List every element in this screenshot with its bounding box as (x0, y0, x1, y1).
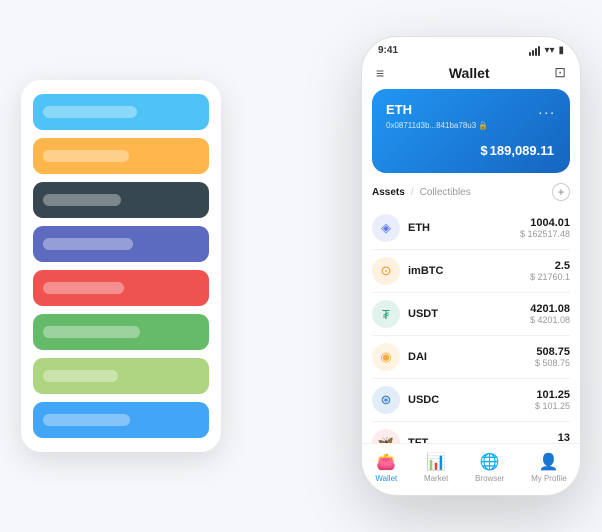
token-icon: ⊙ (372, 257, 400, 285)
token-name: USDC (408, 394, 535, 406)
card-item[interactable] (33, 270, 209, 306)
scene: 9:41 ▾▾ ▮ ≡ Wallet ⊡ ETH (21, 21, 581, 511)
nav-wallet-icon: 👛 (376, 452, 396, 472)
eth-card-balance: $189,089.11 (386, 138, 556, 161)
assets-tabs: Assets / Collectibles (372, 187, 471, 198)
menu-icon[interactable]: ≡ (376, 65, 384, 81)
token-item[interactable]: ◉ DAI508.75$ 508.75 (372, 336, 570, 379)
tab-collectibles[interactable]: Collectibles (420, 187, 471, 198)
page-title: Wallet (384, 65, 554, 81)
token-icon: ₮ (372, 300, 400, 328)
token-amount-main: 4201.08 (530, 303, 570, 315)
card-list (21, 80, 221, 452)
card-item[interactable] (33, 138, 209, 174)
token-amounts: 508.75$ 508.75 (535, 346, 570, 368)
nav-my-profile-label: My Profile (531, 474, 567, 483)
token-item[interactable]: ₮ USDT4201.08$ 4201.08 (372, 293, 570, 336)
token-amount-usd: $ 4201.08 (530, 315, 570, 325)
eth-card-menu[interactable]: ... (538, 101, 556, 117)
battery-icon: ▮ (558, 45, 564, 56)
nav-item-wallet[interactable]: 👛 Wallet (375, 452, 397, 483)
nav-market-label: Market (424, 474, 448, 483)
nav-browser-label: Browser (475, 474, 504, 483)
nav-market-icon: 📊 (426, 452, 446, 472)
eth-card-name: ETH (386, 102, 412, 117)
token-name: DAI (408, 351, 535, 363)
status-bar: 9:41 ▾▾ ▮ (362, 37, 580, 60)
phone-header: ≡ Wallet ⊡ (362, 60, 580, 89)
scan-icon[interactable]: ⊡ (554, 64, 566, 81)
eth-card-address: 0x08711d3b...841ba78u3 🔒 (386, 121, 556, 130)
token-item[interactable]: 🦋TFT130 (372, 422, 570, 443)
nav-item-browser[interactable]: 🌐 Browser (475, 452, 504, 483)
token-amount-main: 2.5 (530, 260, 570, 272)
token-amount-usd: $ 508.75 (535, 358, 570, 368)
signal-icon (529, 46, 540, 56)
balance-amount: 189,089.11 (490, 143, 554, 158)
add-asset-button[interactable]: + (552, 183, 570, 201)
token-amounts: 1004.01$ 162517.48 (520, 217, 570, 239)
token-amount-usd: $ 162517.48 (520, 229, 570, 239)
eth-card-top: ETH ... (386, 101, 556, 117)
token-amount-main: 1004.01 (520, 217, 570, 229)
card-item[interactable] (33, 94, 209, 130)
token-amounts: 4201.08$ 4201.08 (530, 303, 570, 325)
phone-body: ETH ... 0x08711d3b...841ba78u3 🔒 $189,08… (362, 89, 580, 443)
token-amount-main: 13 (558, 432, 570, 443)
token-item[interactable]: ⊛ USDC101.25$ 101.25 (372, 379, 570, 422)
token-amount-main: 101.25 (535, 389, 570, 401)
card-item[interactable] (33, 314, 209, 350)
phone-frame: 9:41 ▾▾ ▮ ≡ Wallet ⊡ ETH (361, 36, 581, 496)
nav-browser-icon: 🌐 (480, 452, 500, 472)
status-icons: ▾▾ ▮ (529, 45, 564, 56)
wifi-icon: ▾▾ (544, 45, 554, 56)
token-name: USDT (408, 308, 530, 320)
tab-divider: / (411, 187, 414, 198)
card-item[interactable] (33, 226, 209, 262)
token-icon: ◈ (372, 214, 400, 242)
token-amount-usd: $ 101.25 (535, 401, 570, 411)
card-item[interactable] (33, 402, 209, 438)
token-item[interactable]: ◈ ETH1004.01$ 162517.48 (372, 207, 570, 250)
nav-my-profile-icon: 👤 (539, 452, 559, 472)
token-amount-usd: $ 21760.1 (530, 272, 570, 282)
token-amounts: 2.5$ 21760.1 (530, 260, 570, 282)
card-item[interactable] (33, 358, 209, 394)
nav-item-market[interactable]: 📊 Market (424, 452, 448, 483)
card-item[interactable] (33, 182, 209, 218)
tab-assets[interactable]: Assets (372, 187, 405, 198)
token-icon: 🦋 (372, 429, 400, 443)
token-name: ETH (408, 222, 520, 234)
token-list: ◈ ETH1004.01$ 162517.48 ⊙ imBTC2.5$ 21760.1… (372, 207, 570, 443)
token-amounts: 130 (558, 432, 570, 443)
token-amounts: 101.25$ 101.25 (535, 389, 570, 411)
token-amount-main: 508.75 (535, 346, 570, 358)
nav-item-my-profile[interactable]: 👤 My Profile (531, 452, 567, 483)
token-name: imBTC (408, 265, 530, 277)
status-time: 9:41 (378, 45, 398, 56)
token-item[interactable]: ⊙ imBTC2.5$ 21760.1 (372, 250, 570, 293)
assets-header: Assets / Collectibles + (372, 183, 570, 201)
bottom-nav: 👛 Wallet 📊 Market 🌐 Browser 👤 My Profile (362, 443, 580, 495)
token-icon: ⊛ (372, 386, 400, 414)
nav-wallet-label: Wallet (375, 474, 397, 483)
token-icon: ◉ (372, 343, 400, 371)
currency-symbol: $ (480, 143, 487, 158)
eth-card[interactable]: ETH ... 0x08711d3b...841ba78u3 🔒 $189,08… (372, 89, 570, 173)
